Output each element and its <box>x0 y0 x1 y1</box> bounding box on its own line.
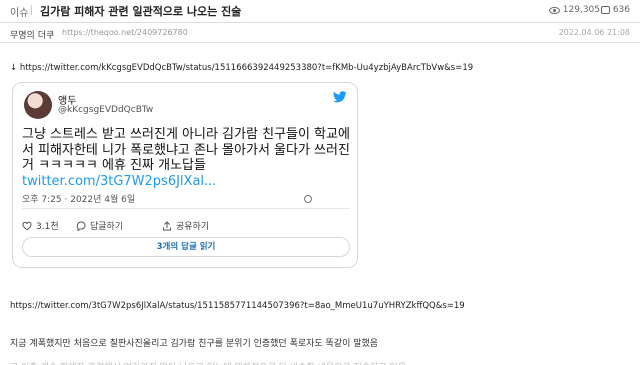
tweet-body: 그냥 스트레스 받고 쓰러진게 아니라 김가람 친구들이 학교에서 피해자한테 … <box>22 127 350 173</box>
tweet-author-handle[interactable]: @kKcgsgEVDdQcBTw <box>58 105 153 115</box>
post-header: 이슈 김가람 피해자 관련 일관적으로 나오는 진술 129,305 636 <box>0 0 640 22</box>
read-replies-button[interactable]: 3개의 답글 읽기 <box>22 237 350 257</box>
comment-icon <box>600 6 610 14</box>
heart-icon <box>22 221 32 230</box>
reply-label: 답글하기 <box>90 222 124 232</box>
avatar[interactable] <box>24 91 52 119</box>
reply-button[interactable]: 답글하기 <box>76 219 123 232</box>
share-label: 공유하기 <box>176 222 210 232</box>
tweet-timestamp[interactable]: 오후 7:25 · 2022년 4월 6일 <box>22 192 313 205</box>
share-button[interactable]: 공유하기 <box>162 219 209 232</box>
author-name: 무명의 더쿠 <box>10 31 55 41</box>
post-url[interactable]: https://theqoo.net/2409726780 <box>62 28 188 37</box>
divider <box>0 42 640 43</box>
divider <box>31 5 32 15</box>
twitter-bird-icon[interactable] <box>333 91 347 103</box>
post-body-text-cut: 그 이후 계속 피해자 관련해서 여러가지 말이 나오고 있는데 대체적으로 다… <box>10 360 630 365</box>
tweet-link[interactable]: twitter.com/3tG7W2ps6JlXal... <box>22 174 352 190</box>
embedded-tweet[interactable]: 앵두 @kKcgsgEVDdQcBTw 그냥 스트레스 받고 쓰러진게 아니라 … <box>12 82 358 268</box>
post-date: 2022.04.06 21:08 <box>558 28 630 37</box>
view-count: 129,305 <box>548 5 600 15</box>
category-label[interactable]: 이슈 <box>10 4 28 19</box>
comment-count-value: 636 <box>612 5 630 15</box>
comment-count[interactable]: 636 <box>600 5 630 15</box>
tweet-time[interactable]: 오후 7:25 · 2022년 4월 6일 <box>22 192 135 205</box>
eye-icon <box>548 6 560 14</box>
divider <box>22 208 350 209</box>
info-icon[interactable] <box>304 194 313 203</box>
like-count: 3.1천 <box>36 222 59 232</box>
source-link-2[interactable]: https://twitter.com/3tG7W2ps6JlXalA/stat… <box>10 301 465 311</box>
post-body-text: 지금 계폭했지만 처음으로 칠판사진올리고 김가람 친구를 분위기 인증했던 폭… <box>10 339 379 349</box>
tweet-text: 그냥 스트레스 받고 쓰러진게 아니라 김가람 친구들이 학교에서 피해자한테 … <box>22 127 352 189</box>
post-meta: 무명의 더쿠 https://theqoo.net/2409726780 202… <box>0 22 640 42</box>
view-count-value: 129,305 <box>562 5 600 15</box>
reply-icon <box>76 221 86 231</box>
post-title: 김가람 피해자 관련 일관적으로 나오는 진술 <box>40 5 242 18</box>
source-link-1[interactable]: ↓ https://twitter.com/kKcgsgEVDdQcBTw/st… <box>10 63 473 73</box>
like-button[interactable]: 3.1천 <box>22 219 59 232</box>
share-icon <box>163 220 171 230</box>
